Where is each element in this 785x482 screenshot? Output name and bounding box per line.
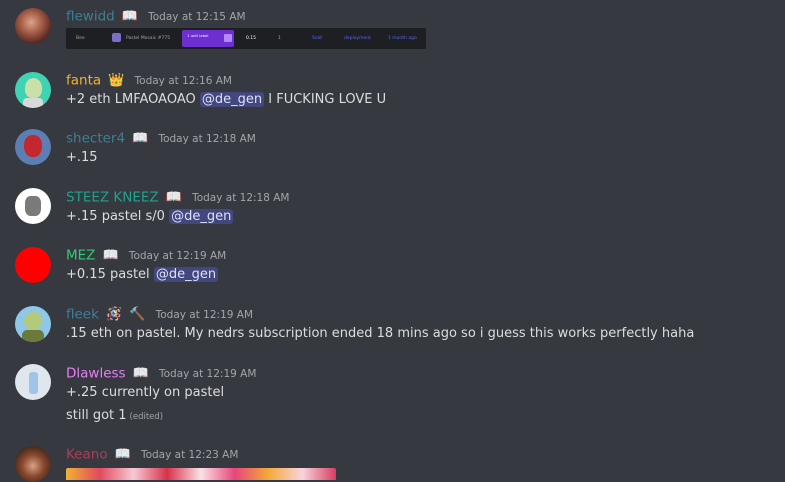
book-icon: 📖	[114, 446, 131, 462]
character-body-shape	[22, 330, 44, 342]
book-icon: 📖	[165, 189, 182, 205]
price-pill: 1 unit label	[182, 30, 234, 47]
timestamp[interactable]: Today at 12:19 AM	[129, 250, 226, 262]
nft-square-icon	[224, 34, 232, 42]
username-shecter4[interactable]: shecter4	[66, 131, 125, 147]
timestamp[interactable]: Today at 12:15 AM	[148, 11, 245, 23]
avatar-mez[interactable]	[15, 247, 51, 283]
book-icon: 📖	[132, 365, 149, 381]
embed-to: deployment	[344, 36, 371, 41]
username-mez[interactable]: MEZ	[66, 248, 95, 264]
crown-icon: 👑	[108, 72, 125, 88]
username-dlawless[interactable]: Dlawless	[66, 366, 126, 382]
avatar-shecter4[interactable]	[15, 129, 51, 165]
message-text: +.25 currently on pastel	[66, 385, 225, 400]
timestamp[interactable]: Today at 12:23 AM	[141, 449, 238, 461]
avatar-fanta[interactable]	[15, 72, 51, 108]
embed-price: 0.15	[246, 36, 257, 41]
message-shecter4: shecter4 📖 Today at 12:18 AM +.15	[0, 118, 785, 176]
message-text: still got 1	[66, 408, 127, 423]
embed-collection: Bee	[76, 36, 85, 41]
mention-de-gen[interactable]: @de_gen	[169, 209, 234, 224]
mention-de-gen[interactable]: @de_gen	[153, 267, 219, 282]
mention-de-gen[interactable]: @de_gen	[199, 92, 265, 107]
avatar-flewidd[interactable]	[15, 8, 51, 44]
nft-thumbnail	[112, 33, 121, 42]
timestamp[interactable]: Today at 12:18 AM	[192, 192, 289, 204]
message-text: +.15 pastel s/0	[66, 209, 170, 224]
message-content: +0.15 pastel @de_gen	[66, 266, 219, 284]
message-content: still got 1 (edited)	[66, 407, 163, 426]
username-flewidd[interactable]: flewidd	[66, 9, 115, 25]
message-text: .15 eth on pastel. My nedrs subscription…	[66, 326, 695, 341]
avatar-fleek[interactable]	[15, 306, 51, 342]
message-dlawless: Dlawless 📖 Today at 12:19 AM +.25 curren…	[0, 350, 785, 434]
timestamp[interactable]: Today at 12:19 AM	[159, 368, 256, 380]
ape-face-shape	[25, 78, 42, 98]
message-text: +0.15 pastel	[66, 267, 154, 282]
message-flewidd: flewidd 📖 Today at 12:15 AM Bee Pastel M…	[0, 0, 785, 60]
username-keano[interactable]: Keano	[66, 447, 108, 463]
username-steez-kneez[interactable]: STEEZ KNEEZ	[66, 190, 159, 206]
figure-shape	[29, 372, 38, 394]
message-content: +2 eth LMFAOAOAO @de_gen I FUCKING LOVE …	[66, 91, 386, 109]
message-fanta: fanta 👑 Today at 12:16 AM +2 eth LMFAOAO…	[0, 60, 785, 118]
book-icon: 📖	[102, 247, 119, 263]
message-mez: MEZ 📖 Today at 12:19 AM +0.15 pastel @de…	[0, 234, 785, 292]
username-fanta[interactable]: fanta	[66, 73, 101, 89]
skull-shape	[25, 196, 41, 216]
message-text: I FUCKING LOVE U	[264, 92, 387, 107]
hammer-icon: 🔨	[129, 306, 146, 322]
book-icon: 📖	[121, 8, 139, 24]
message-fleek: fleek 🪅 🔨 Today at 12:19 AM .15 eth on p…	[0, 292, 785, 350]
red-figure-shape	[24, 135, 42, 157]
message-text: +.15	[66, 150, 98, 165]
message-text: +2 eth LMFAOAOAO	[66, 92, 200, 107]
avatar-steez-kneez[interactable]	[15, 188, 51, 224]
image-attachment[interactable]	[66, 468, 336, 480]
timestamp[interactable]: Today at 12:18 AM	[158, 133, 255, 145]
feather-icon: 🪅	[106, 306, 123, 322]
embed-status: Sold	[312, 36, 322, 41]
timestamp[interactable]: Today at 12:16 AM	[135, 75, 232, 87]
avatar-dlawless[interactable]	[15, 364, 51, 400]
book-icon: 📖	[132, 130, 149, 146]
character-head-shape	[24, 312, 42, 330]
nft-sale-embed[interactable]: Bee Pastel Mosaic #775 1 unit label 0.15…	[66, 28, 426, 49]
edited-label: (edited)	[129, 412, 164, 422]
embed-item-name: Pastel Mosaic #775	[126, 36, 171, 41]
embed-time: 1 month ago	[388, 36, 417, 41]
timestamp[interactable]: Today at 12:19 AM	[156, 309, 253, 321]
price-pill-label: 1 unit label	[187, 33, 209, 38]
embed-qty: 1	[278, 36, 281, 41]
message-steez-kneez: STEEZ KNEEZ 📖 Today at 12:18 AM +.15 pas…	[0, 176, 785, 234]
username-fleek[interactable]: fleek	[66, 307, 99, 323]
message-content: +.15 pastel s/0 @de_gen	[66, 208, 234, 226]
ape-shirt-shape	[23, 98, 43, 108]
